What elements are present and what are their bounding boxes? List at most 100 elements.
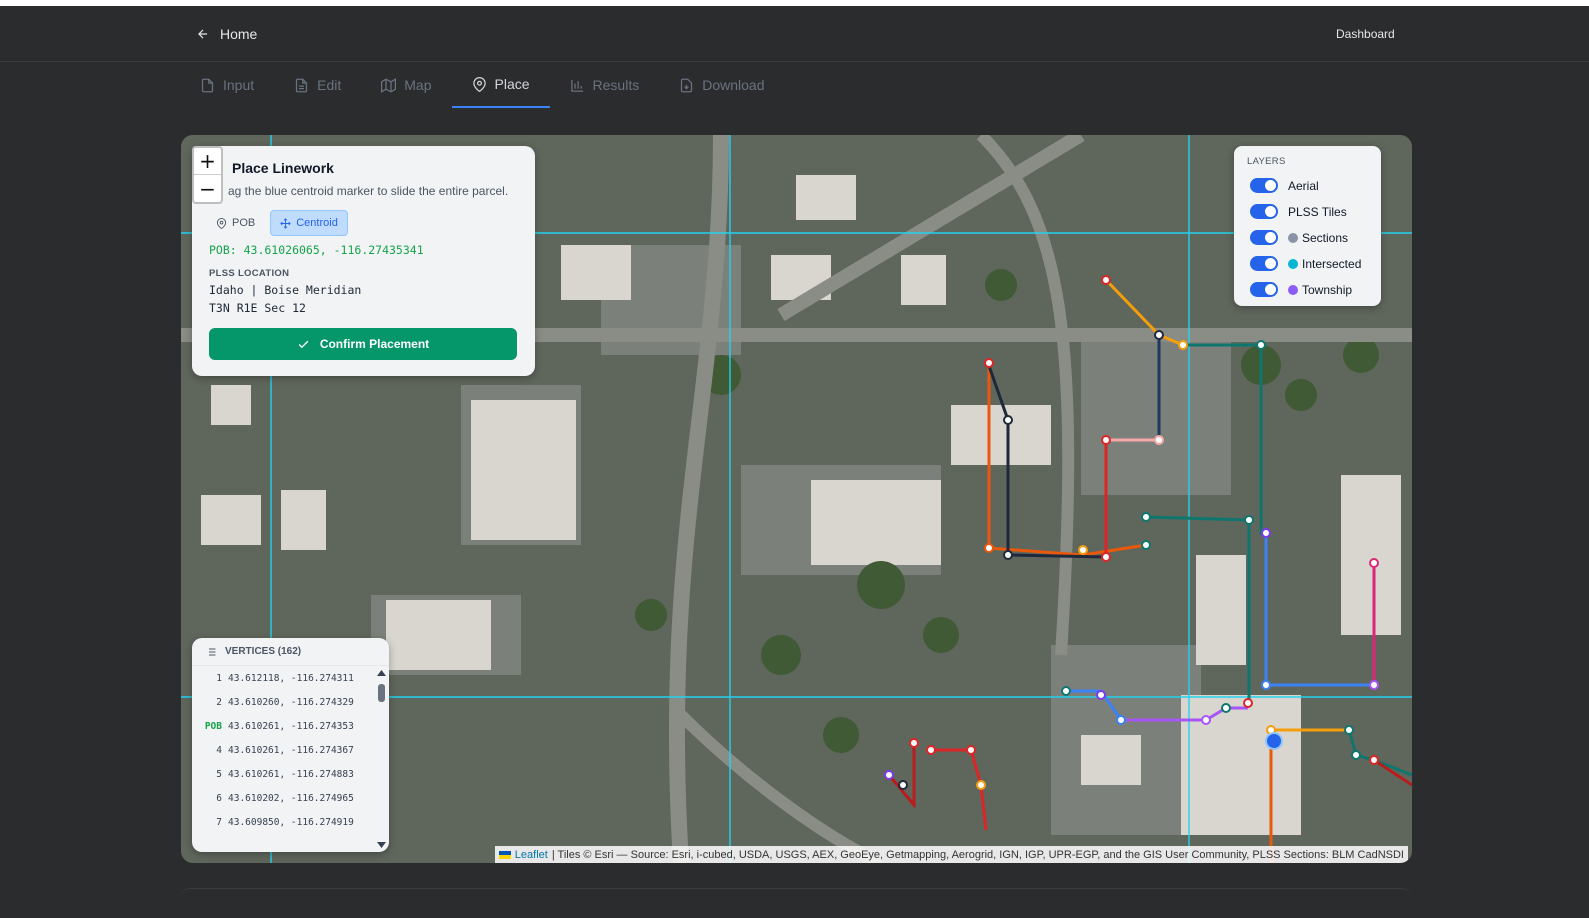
township-swatch (1288, 284, 1298, 295)
check-icon (298, 340, 309, 348)
home-label: Home (220, 26, 258, 42)
vertex-coords: 43.610261, -116.274353 (228, 720, 354, 732)
vertex-row[interactable]: 4 43.610261, -116.274367 (192, 738, 375, 762)
plss-location-label: PLSS LOCATION (209, 268, 290, 279)
map-icon (381, 77, 397, 93)
vertex-index: 4 (216, 744, 222, 756)
layer-toggle[interactable] (1250, 178, 1278, 193)
vertex-coords: 43.610260, -116.274329 (228, 696, 354, 708)
tab-label: Input (223, 77, 255, 93)
layer-toggle[interactable] (1250, 256, 1278, 271)
tab-bar: Input Edit Map Place Results Download (180, 62, 784, 108)
vertex-coords: 43.610261, -116.274883 (228, 768, 354, 780)
tab-label: Results (592, 77, 640, 93)
dashboard-link[interactable]: Dashboard (1336, 27, 1395, 41)
tab-input[interactable]: Input (180, 62, 274, 108)
tab-results[interactable]: Results (550, 62, 660, 108)
vertex-row[interactable]: 5 43.610261, -116.274883 (192, 762, 375, 786)
vertex-index: 7 (216, 816, 222, 828)
leaflet-link[interactable]: Leaflet (515, 849, 548, 861)
layer-label: Sections (1302, 230, 1349, 245)
vertices-panel: VERTICES (162) 1 43.612118, -116.274311 2… (192, 638, 389, 852)
tab-label: Edit (317, 77, 342, 93)
tab-label: Place (494, 76, 530, 92)
layer-label: Township (1302, 282, 1353, 297)
plss-meridian: Idaho | Boise Meridian (209, 283, 362, 297)
ukraine-flag-icon (498, 850, 511, 859)
file-text-icon (296, 78, 308, 92)
vertices-scrollbar[interactable] (376, 668, 387, 850)
scroll-up-icon (377, 670, 386, 676)
vertices-title: VERTICES (162) (225, 646, 302, 657)
zoom-out-button[interactable]: − (194, 175, 221, 202)
vertex-index: POB (204, 720, 222, 732)
zoom-control: + − (192, 146, 223, 204)
layers-panel: LAYERS Aerial PLSS Tiles Sections Inters… (1234, 146, 1381, 306)
layer-aerial: Aerial (1250, 178, 1319, 193)
vertex-index: 1 (216, 672, 222, 684)
layer-label: Intersected (1302, 256, 1362, 271)
layer-township: Township (1250, 282, 1352, 297)
layer-label: Aerial (1288, 178, 1319, 193)
layer-sections: Sections (1250, 230, 1348, 245)
vertex-row[interactable]: 6 43.610202, -116.274965 (192, 786, 375, 810)
scrollbar-thumb[interactable] (378, 684, 385, 702)
centroid-button[interactable]: Centroid (270, 210, 348, 236)
mode-buttons: POB Centroid (207, 210, 348, 236)
vertex-row[interactable]: 2 43.610260, -116.274329 (192, 690, 375, 714)
pob-button-label: POB (232, 217, 256, 229)
map-container[interactable]: Place Linework ag the blue centroid mark… (181, 135, 1412, 863)
vertex-row[interactable]: 7 43.609850, -116.274919 (192, 810, 375, 834)
bar-chart-icon (570, 79, 583, 92)
next-section-card (180, 888, 1411, 918)
vertex-index: 6 (216, 792, 222, 804)
layer-toggle[interactable] (1250, 230, 1278, 245)
tab-place[interactable]: Place (451, 62, 550, 108)
arrow-left-icon (198, 29, 208, 39)
panel-subtitle: ag the blue centroid marker to slide the… (228, 184, 509, 198)
layer-toggle[interactable] (1250, 282, 1278, 297)
map-attribution: Leaflet | Tiles © Esri — Source: Esri, i… (494, 846, 1408, 863)
tab-edit[interactable]: Edit (274, 62, 361, 108)
home-link[interactable]: Home (196, 26, 257, 42)
tab-label: Map (404, 77, 432, 93)
vertex-coords: 43.612118, -116.274311 (228, 672, 354, 684)
panel-title: Place Linework (232, 160, 334, 176)
pob-button[interactable]: POB (207, 210, 264, 236)
place-linework-panel: Place Linework ag the blue centroid mark… (192, 146, 535, 376)
sections-swatch (1288, 232, 1298, 243)
centroid-button-label: Centroid (296, 217, 338, 229)
file-download-icon (681, 78, 693, 92)
vertex-row[interactable]: 1 43.612118, -116.274311 (192, 666, 375, 690)
list-icon (206, 648, 216, 655)
vertex-coords: 43.610202, -116.274965 (228, 792, 354, 804)
layers-title: LAYERS (1247, 156, 1286, 167)
scroll-down-icon (377, 842, 386, 848)
tab-label: Download (702, 77, 765, 93)
tab-map[interactable]: Map (361, 62, 451, 108)
confirm-placement-button[interactable]: Confirm Placement (209, 328, 517, 360)
layer-toggle[interactable] (1250, 204, 1278, 219)
vertex-index: 5 (216, 768, 222, 780)
vertex-coords: 43.609850, -116.274919 (228, 816, 354, 828)
attribution-text: | Tiles © Esri — Source: Esri, i-cubed, … (551, 848, 1404, 861)
header: Home Dashboard (0, 6, 1589, 62)
layer-intersected: Intersected (1250, 256, 1361, 271)
vertex-row[interactable]: POB 43.610261, -116.274353 (192, 714, 375, 738)
layer-label: PLSS Tiles (1288, 204, 1347, 219)
vertex-coords: 43.610261, -116.274367 (228, 744, 354, 756)
pob-coordinates: POB: 43.61026065, -116.27435341 (209, 243, 424, 257)
vertices-list: 1 43.612118, -116.274311 2 43.610260, -116… (192, 666, 375, 834)
zoom-in-button[interactable]: + (194, 148, 221, 175)
map-pin-icon (472, 76, 486, 92)
map-pin-icon (216, 217, 227, 229)
vertex-index: 2 (216, 696, 222, 708)
confirm-label: Confirm Placement (319, 337, 430, 351)
file-icon (201, 78, 214, 92)
plss-section: T3N R1E Sec 12 (209, 301, 306, 315)
move-icon (280, 217, 291, 229)
tab-download[interactable]: Download (659, 62, 784, 108)
layer-plss-tiles: PLSS Tiles (1250, 204, 1347, 219)
vertices-header: VERTICES (162) (192, 638, 389, 666)
centroid-marker (1265, 732, 1283, 750)
